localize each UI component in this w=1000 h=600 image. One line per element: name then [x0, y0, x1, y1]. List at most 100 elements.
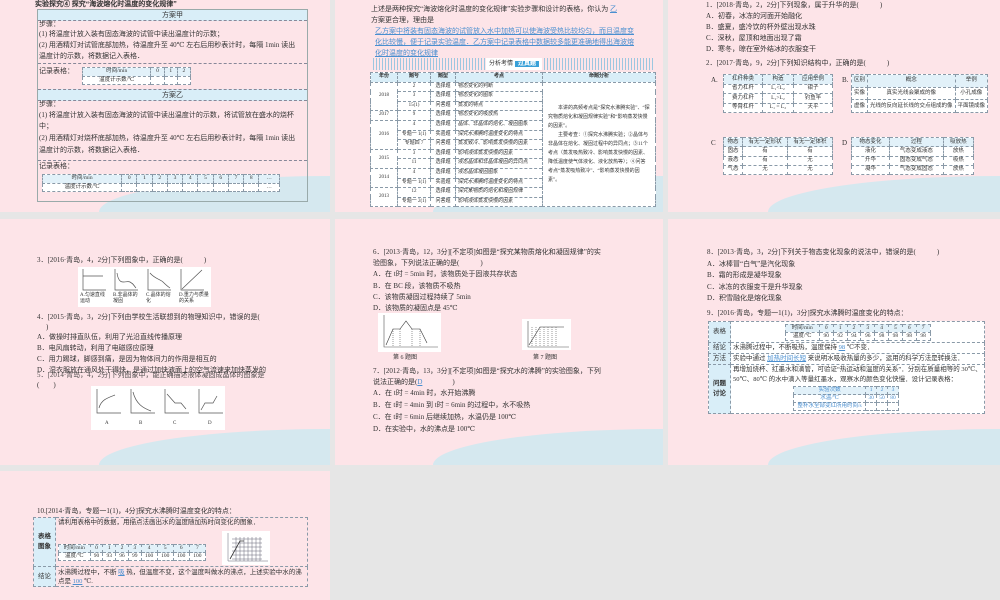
wave-decoration [99, 429, 330, 465]
table-cell: 9 [397, 110, 431, 121]
step-text: (2) 用酒精灯对试管底部加热，待温度升至 40℃ 左右后用秒表计时，每隔 1m… [39, 41, 296, 49]
table-row: 升华 固态变成气态 吸热 [850, 155, 975, 166]
step-text: (1) 将温度计放入装有固态海波的试管中读出温度计的示数； [39, 30, 224, 38]
table-row: 温度/℃ 90 93 96 99 100 100 100 100 [58, 552, 207, 561]
table-cell: 有 [786, 146, 834, 157]
table-cell [136, 182, 153, 192]
slide-3[interactable]: 1．[2018·青岛，2，2分]下列现象，属于升华的是( ) A．初春，冰冻的河… [668, 0, 1000, 212]
table-row: 虚像 光线的反向延长线的交点组成的像 平面镜成像 [850, 99, 989, 113]
table-cell: 温度计示数/℃ [41, 182, 123, 192]
table-cell [166, 182, 184, 192]
year-cell: 2013 [370, 187, 398, 208]
table-cell: 举例 [954, 74, 989, 88]
figure-caption: D.重力与质量的关系 [179, 293, 209, 304]
analysis-cell: 本讲的高频考点是“探究水沸腾实验”、“探究物质熔化和凝固规律实验”和“影响蒸发快… [542, 81, 656, 208]
conclusion-text: 水沸腾过程中，不断 [58, 568, 117, 576]
table-cell: 98 [888, 331, 903, 341]
answer-line: 化时温度的变化规律 [375, 49, 438, 57]
table-cell: 气态 [723, 164, 743, 176]
table-cell: 专题一 2(1) [397, 196, 431, 208]
table-cell: 有无一定形状 [741, 136, 788, 148]
question-2: 2．[2017·青岛，9，2分]下列知识结构中，正确的是( ) [706, 59, 890, 67]
table-cell: 等臂杠杆 [722, 102, 764, 113]
step-text: (1) 将温度计放入装有固态海波的试管中读出温度计的示数，将试管放在盛水的烧杯 [39, 111, 294, 119]
method-text: 实验中通过 [733, 355, 766, 362]
table-cell: 无 [741, 164, 788, 176]
question-9: 9．[2016·青岛，专题一1(1)，3分]探究水沸腾时温度变化的特点： [707, 309, 908, 317]
table-cell: 15(1) [397, 100, 431, 112]
table-cell: 93 [102, 552, 117, 561]
question-3: 3．[2016·青岛，4，2分]下列图象中，正确的是( ) [37, 256, 207, 264]
table-cell: 11 [397, 158, 431, 169]
record-label: 记录表格： [39, 162, 74, 170]
question-7: 7．[2012·青岛，13，3分][不定项]如图是“探究水的沸腾”的实验图象，下… [373, 367, 601, 375]
section-title: 实验探究④ 探究“海波熔化时温度的变化规律” [35, 0, 177, 8]
slide-6[interactable]: 8．[2013·青岛，3，2分]下列关于物态变化现象的说法中，错误的是( ) A… [668, 219, 1000, 465]
table-cell: 2 [115, 544, 129, 553]
row-label: 表格 [708, 321, 731, 343]
table-cell: 8 [243, 174, 260, 184]
divider [38, 160, 307, 161]
table-cell: 3 [860, 323, 876, 333]
question-7: 说法正确的是(D) [373, 378, 455, 387]
slide-4[interactable]: 3．[2016·青岛，4，2分]下列图象中，正确的是( ) A.匀速直线运动 B… [0, 219, 330, 465]
divider [38, 63, 307, 64]
slide-7[interactable]: 10.[2014·青岛，专题一1(1)，4分]探究水沸腾时温度变化的特点： 表格… [0, 471, 330, 600]
table-cell: 92 [832, 331, 848, 341]
table-cell: 实验次数 [792, 386, 867, 395]
table-cell: 3 [166, 174, 184, 184]
question-line: 说法正确的是( [373, 378, 418, 386]
conclusion-text: 水沸腾过程中，不断吸热，温度保持 [733, 344, 837, 351]
table-cell: 有 [741, 146, 788, 157]
table-cell: 1 [163, 67, 178, 77]
question-1: 1．[2018·青岛，2，2分]下列现象，属于升华的是( ) [706, 1, 883, 9]
figure-label: A [105, 421, 109, 426]
table-cell: 问答题 [430, 139, 456, 150]
option: D．寒冬，晾在室外结冰的衣服变干 [706, 45, 817, 53]
table-cell: 3 [127, 544, 142, 553]
steps-label: 步骤： [39, 100, 60, 108]
slide-1[interactable]: 实验探究④ 探究“海波熔化时温度的变化规律” 方案甲 步骤： (1) 将温度计放… [0, 0, 330, 212]
table-cell: 100 [156, 552, 174, 561]
table-cell: 温度计示数/℃ [81, 75, 152, 85]
answer-text: 乙 [609, 5, 617, 13]
table-cell: 实验题 [430, 177, 456, 189]
figure-caption: C.晶体的熔化 [146, 293, 171, 304]
table-cell: 蒸发的特点 [455, 100, 543, 112]
table-cell: 100 [188, 552, 207, 561]
year-cell: 2017 [370, 110, 398, 121]
slide-2[interactable]: 上述是两种探究“海波熔化时温度的变化规律”实验步骤和设计的表格，你认为 乙 方案… [335, 0, 663, 212]
option: A．初春，冰冻的河面开始融化 [706, 12, 803, 20]
table-cell: 2 [397, 81, 431, 93]
year-cell: 2014 [370, 167, 398, 189]
wave-decoration [767, 176, 1000, 212]
table-cell: 专题四 7 [397, 139, 431, 150]
slide-5[interactable]: 6．[2013·青岛，12，3分][不定项]如图是“探究某物质熔化和凝固规律”的… [335, 219, 663, 465]
table-row: 杠杆种类 构造 应用举例 [722, 74, 834, 85]
table-cell: 概念 [867, 74, 956, 88]
table-cell: 选择题 [430, 158, 456, 169]
column-header: 题型 [430, 72, 456, 83]
table-cell: 时间/min [58, 544, 91, 553]
table-cell: 小孔成像 [954, 86, 989, 101]
question-4-close: ) [46, 323, 49, 331]
table-cell: 液态 [723, 155, 743, 166]
table-cell: 应用举例 [792, 74, 834, 85]
row-label: 方法 [708, 353, 731, 365]
option: A．冰棒冒“白气”是汽化现象 [707, 260, 796, 268]
table-cell: 100 [140, 552, 158, 561]
table-cell: 7 [227, 174, 245, 184]
table-cell: 6 [172, 544, 190, 553]
question-8: 8．[2013·青岛，3，2分]下列关于物态变化现象的说法中，错误的是( ) [707, 248, 940, 256]
table-cell: 4 [874, 323, 889, 333]
table-cell: 选择题 [430, 187, 456, 198]
conclusion-text: ℃. [84, 577, 93, 585]
table-row: 时间/min 0 1 2 3 4 5 6 7 [58, 544, 207, 553]
table-cell: 0 [121, 174, 138, 184]
table-cell: 98 [915, 331, 931, 341]
temperature-graph [222, 531, 270, 565]
table-cell: 99 [127, 552, 142, 561]
table-row: 温度计示数/℃… [41, 182, 280, 192]
table-cell [163, 75, 178, 85]
year-cell: 2018 [370, 81, 398, 112]
